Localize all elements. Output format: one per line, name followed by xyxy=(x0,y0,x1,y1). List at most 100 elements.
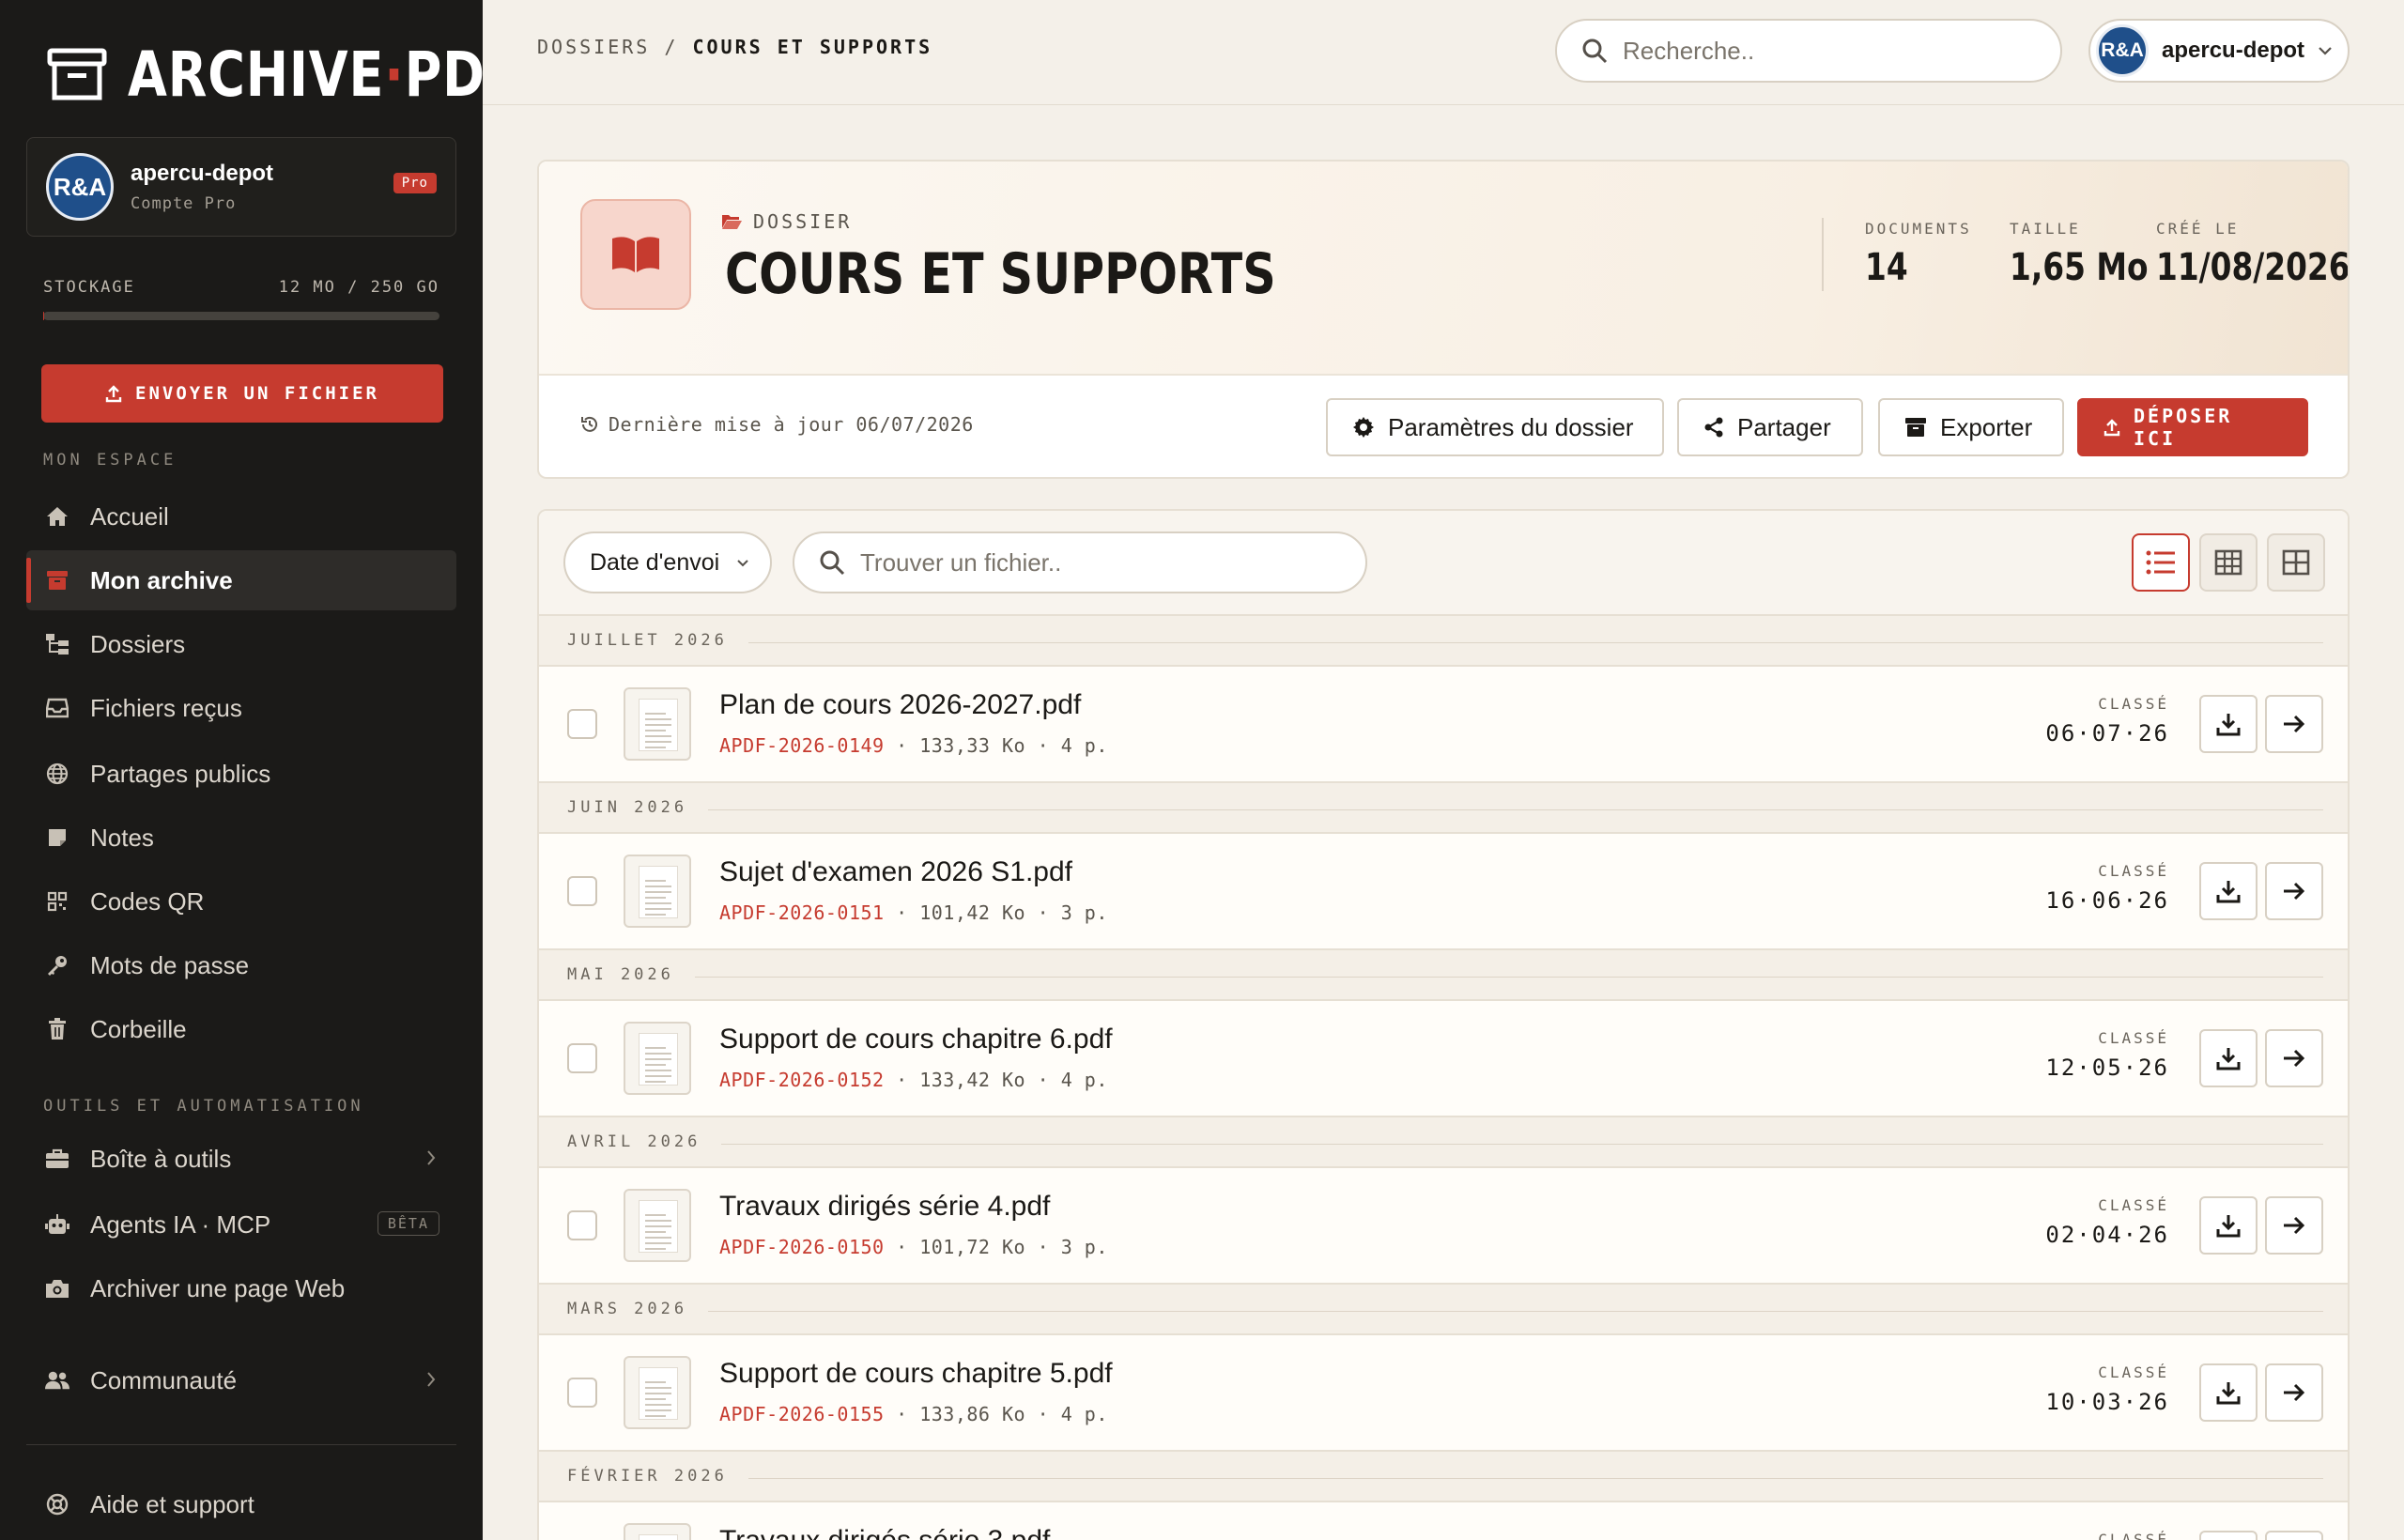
open-button[interactable] xyxy=(2265,1363,2323,1422)
sidebar-item-my-archive[interactable]: Mon archive xyxy=(26,550,456,610)
breadcrumb-root[interactable]: DOSSIERS xyxy=(537,36,650,58)
book-open-icon xyxy=(610,235,661,274)
drop-here-button[interactable]: DÉPOSER ICI xyxy=(2077,398,2308,456)
account-type: Compte Pro xyxy=(131,194,237,213)
file-search-input[interactable] xyxy=(860,547,1255,578)
section-my-space: MON ESPACE xyxy=(43,451,177,470)
open-button[interactable] xyxy=(2265,1196,2323,1255)
file-row[interactable]: Travaux dirigés série 3.pdf CLASSÉ xyxy=(539,1502,2348,1540)
search-input[interactable] xyxy=(1623,36,2017,66)
open-button[interactable] xyxy=(2265,862,2323,920)
file-list-card: Date d'envoi JUILLET 2026 Plan de cours 2… xyxy=(537,509,2350,1540)
sidebar-item-ai-agents[interactable]: Agents IA · MCP BÊTA xyxy=(26,1194,456,1255)
file-search[interactable] xyxy=(793,531,1367,593)
folder-header-card: DOSSIER COURS ET SUPPORTS DOCUMENTS 14 T… xyxy=(537,160,2350,479)
download-button[interactable] xyxy=(2199,1363,2258,1422)
open-button[interactable] xyxy=(2265,1029,2323,1087)
sidebar-item-public-shares[interactable]: Partages publics xyxy=(26,744,456,804)
file-checkbox[interactable] xyxy=(567,1210,597,1240)
pdf-thumbnail[interactable] xyxy=(624,1356,691,1429)
file-row[interactable]: Sujet d'examen 2026 S1.pdf APDF-2026-0151… xyxy=(539,834,2348,948)
history-icon xyxy=(580,415,599,434)
file-name[interactable]: Travaux dirigés série 4.pdf xyxy=(719,1191,1050,1223)
classified-date: CLASSÉ 06·07·26 xyxy=(2045,695,2169,747)
upload-icon xyxy=(2104,418,2120,437)
upload-file-button[interactable]: ENVOYER UN FICHIER xyxy=(41,364,443,423)
download-icon xyxy=(2215,878,2242,904)
qr-icon xyxy=(45,889,69,914)
last-update: Dernière mise à jour 06/07/2026 xyxy=(580,413,974,436)
file-checkbox[interactable] xyxy=(567,709,597,739)
month-rule xyxy=(708,809,2323,810)
pdf-thumbnail[interactable] xyxy=(624,1022,691,1095)
file-checkbox[interactable] xyxy=(567,876,597,906)
file-size-pages: · 101,42 Ko · 3 p. xyxy=(896,901,1108,924)
sidebar-item-community[interactable]: Communauté xyxy=(26,1350,456,1410)
grid-view-button[interactable] xyxy=(2267,533,2325,592)
user-menu[interactable]: R&A apercu-depot xyxy=(2088,19,2350,83)
pdf-thumbnail[interactable] xyxy=(624,855,691,928)
global-search[interactable] xyxy=(1555,19,2062,83)
file-name[interactable]: Travaux dirigés série 3.pdf xyxy=(719,1525,1050,1540)
file-name[interactable]: Support de cours chapitre 5.pdf xyxy=(719,1358,1113,1390)
month-label: JUIN 2026 xyxy=(567,798,688,817)
pdf-thumbnail[interactable] xyxy=(624,1189,691,1262)
upload-icon xyxy=(105,384,122,403)
file-checkbox[interactable] xyxy=(567,1043,597,1073)
file-name[interactable]: Support de cours chapitre 6.pdf xyxy=(719,1024,1113,1055)
sidebar-item-home[interactable]: Accueil xyxy=(26,486,456,547)
folder-badge xyxy=(580,199,691,310)
arrow-right-icon xyxy=(2282,714,2306,734)
share-button[interactable]: Partager xyxy=(1677,398,1863,456)
file-row[interactable]: Travaux dirigés série 4.pdf APDF-2026-015… xyxy=(539,1168,2348,1283)
sidebar-item-help[interactable]: Aide et support xyxy=(26,1474,456,1534)
file-name[interactable]: Sujet d'examen 2026 S1.pdf xyxy=(719,856,1072,888)
file-row[interactable]: Support de cours chapitre 5.pdf APDF-2026… xyxy=(539,1335,2348,1450)
key-icon xyxy=(45,953,69,978)
export-button[interactable]: Exporter xyxy=(1878,398,2064,456)
list-view-button[interactable] xyxy=(2132,533,2190,592)
arrow-right-icon xyxy=(2282,1048,2306,1069)
download-button[interactable] xyxy=(2199,1029,2258,1087)
download-button[interactable] xyxy=(2199,1196,2258,1255)
open-button[interactable] xyxy=(2265,1531,2323,1540)
sidebar-item-notes[interactable]: Notes xyxy=(26,808,456,868)
month-rule xyxy=(708,1311,2323,1312)
sidebar-item-qr-codes[interactable]: Codes QR xyxy=(26,871,456,932)
month-group-header: JUILLET 2026 xyxy=(539,614,2348,667)
file-name[interactable]: Plan de cours 2026-2027.pdf xyxy=(719,689,1081,721)
user-card[interactable]: R&A apercu-depot Compte Pro Pro xyxy=(26,137,456,237)
table-view-button[interactable] xyxy=(2199,533,2258,592)
sidebar-item-trash[interactable]: Corbeille xyxy=(26,999,456,1059)
archive-box-icon xyxy=(1904,417,1927,438)
pdf-thumbnail[interactable] xyxy=(624,1523,691,1540)
open-button[interactable] xyxy=(2265,695,2323,753)
file-meta: APDF-2026-0150 · 101,72 Ko · 3 p. xyxy=(719,1236,1108,1258)
file-row[interactable]: Plan de cours 2026-2027.pdf APDF-2026-014… xyxy=(539,667,2348,781)
storage-label: STOCKAGE xyxy=(43,278,135,297)
sort-dropdown[interactable]: Date d'envoi xyxy=(563,531,772,593)
pdf-thumbnail[interactable] xyxy=(624,687,691,761)
folder-settings-button[interactable]: Paramètres du dossier xyxy=(1326,398,1664,456)
sidebar-item-archive-webpage[interactable]: Archiver une page Web xyxy=(26,1258,456,1318)
download-button[interactable] xyxy=(2199,695,2258,753)
classified-date: CLASSÉ 10·03·26 xyxy=(2045,1363,2169,1415)
sidebar-item-toolbox[interactable]: Boîte à outils xyxy=(26,1129,456,1189)
sidebar-item-folders[interactable]: Dossiers xyxy=(26,614,456,674)
folder-header-top: DOSSIER COURS ET SUPPORTS DOCUMENTS 14 T… xyxy=(539,162,2348,376)
download-button[interactable] xyxy=(2199,862,2258,920)
download-icon xyxy=(2215,1045,2242,1071)
sidebar-item-passwords[interactable]: Mots de passe xyxy=(26,935,456,995)
robot-icon xyxy=(45,1212,69,1237)
file-row[interactable]: Support de cours chapitre 6.pdf APDF-2026… xyxy=(539,1001,2348,1116)
sidebar-item-received[interactable]: Fichiers reçus xyxy=(26,678,456,738)
file-reference: APDF-2026-0151 xyxy=(719,901,885,924)
file-checkbox[interactable] xyxy=(567,1378,597,1408)
file-meta: APDF-2026-0149 · 133,33 Ko · 4 p. xyxy=(719,734,1108,757)
pro-badge: Pro xyxy=(393,173,437,193)
chevron-down-icon xyxy=(2318,46,2333,55)
month-label: FÉVRIER 2026 xyxy=(567,1467,728,1486)
brand-logo[interactable]: ARCHIVE·PDF xyxy=(47,43,483,107)
download-button[interactable] xyxy=(2199,1531,2258,1540)
avatar: R&A xyxy=(46,153,114,221)
